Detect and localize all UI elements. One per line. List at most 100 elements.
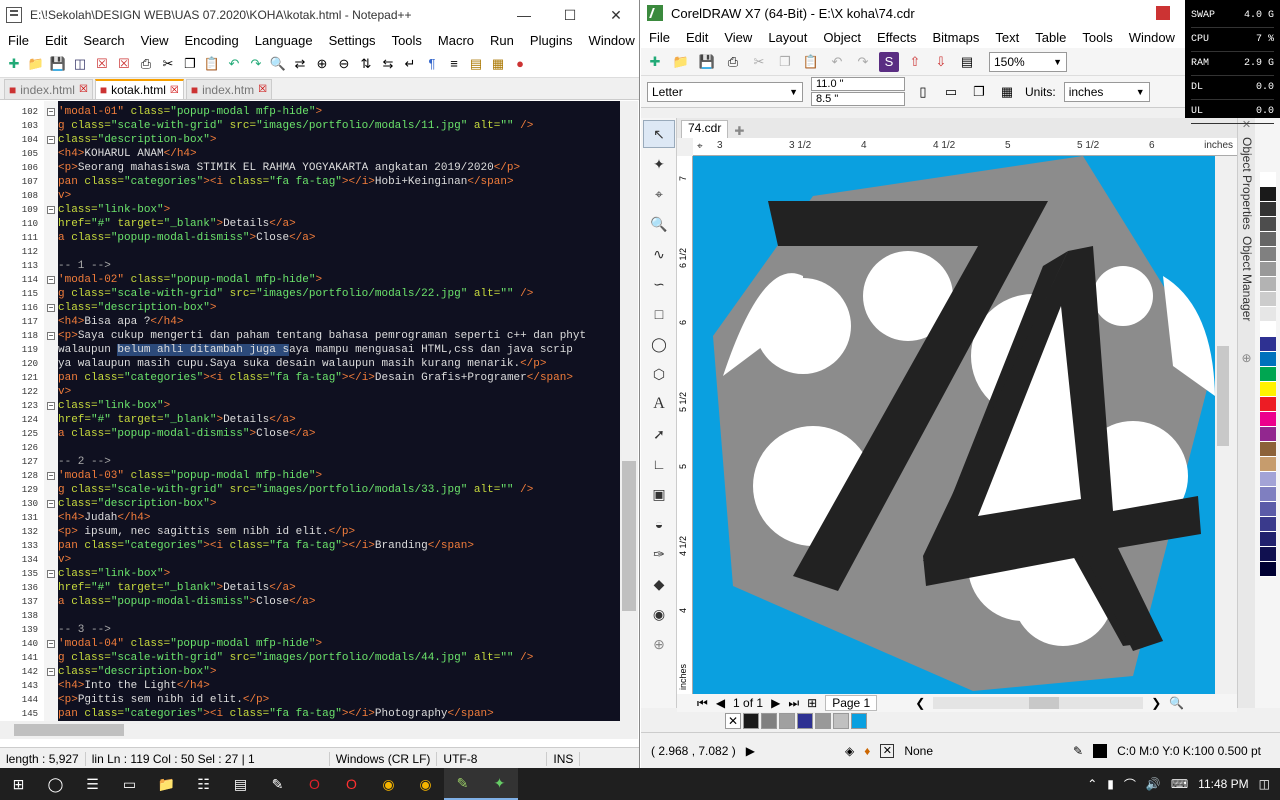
palette-swatch[interactable] [1259,367,1276,382]
document-palette-swatch[interactable] [743,713,759,729]
cdr-menu-table[interactable]: Table [1027,30,1074,45]
code-line[interactable]: href="#" target="_blank">Details</a> [58,581,620,595]
cut-icon[interactable]: ✂ [749,52,769,72]
opera-red-icon[interactable]: O [333,768,370,800]
battery-icon[interactable]: ▮ [1107,777,1114,791]
zoom-level-select[interactable]: 150% ▼ [989,51,1067,72]
page-width-field[interactable]: 11.0 " [811,77,905,91]
drop-shadow-icon[interactable]: ▣ [643,480,675,508]
palette-swatch[interactable] [1259,352,1276,367]
print-icon[interactable]: ⎙ [136,54,156,74]
first-page-icon[interactable]: ⏮ [697,696,708,711]
code-line[interactable]: walaupun belum ahli ditambah juga saya m… [58,343,620,357]
import-icon[interactable]: ⇧ [905,52,925,72]
zoom-in-icon[interactable]: ⊕ [312,54,332,74]
code-line[interactable]: v> [58,385,620,399]
code-line[interactable]: g class="scale-with-grid" src="images/po… [58,287,620,301]
paste-icon[interactable]: 📋 [801,52,821,72]
editor-vertical-scrollbar[interactable] [620,101,638,721]
palette-swatch[interactable] [1259,217,1276,232]
menu-search[interactable]: Search [75,33,132,48]
notepad-icon[interactable]: ✎ [259,768,296,800]
notification-icon[interactable]: ◫ [1259,777,1270,791]
task-view-icon[interactable]: ☰ [74,768,111,800]
code-line[interactable]: <p>Seorang mahasiswa STIMIK EL RAHMA YOG… [58,161,620,175]
landscape-icon[interactable]: ▭ [941,82,961,102]
canvas-vscroll-thumb[interactable] [1217,346,1229,446]
code-line[interactable]: 'modal-01" class="popup-modal mfp-hide"> [58,105,620,119]
cdr-menu-file[interactable]: File [641,30,678,45]
search-content-icon[interactable]: S [879,51,899,72]
cdr-menu-edit[interactable]: Edit [678,30,716,45]
artwork-74[interactable] [693,156,1215,694]
fold-toggle-icon[interactable]: − [47,500,55,508]
palette-swatch[interactable] [1259,292,1276,307]
redo-icon[interactable]: ↷ [246,54,266,74]
prev-page-icon[interactable]: ◀ [716,696,725,710]
code-line[interactable] [58,245,620,259]
tab-kotak-html[interactable]: ■ kotak.html ☒ [94,79,184,99]
object-manager-tab[interactable]: Object Manager [1240,236,1254,321]
horizontal-ruler[interactable]: ⌖ 3 3 1/2 4 4 1/2 5 5 1/2 6 inches [693,138,1237,156]
menu-view[interactable]: View [133,33,177,48]
code-line[interactable]: <p>Pgittis sem nibh id elit.</p> [58,693,620,707]
portrait-icon[interactable]: ▯ [913,82,933,102]
palette-swatch[interactable] [1259,412,1276,427]
palette-swatch[interactable] [1259,472,1276,487]
document-palette-swatch[interactable] [851,713,867,729]
code-line[interactable]: class="description-box"> [58,133,620,147]
smart-fill-icon[interactable]: ◉ [643,600,675,628]
file-explorer-icon[interactable]: 📁 [148,768,185,800]
save-all-icon[interactable]: ◫ [70,54,90,74]
units-select[interactable]: inches ▼ [1063,81,1150,102]
palette-swatch[interactable] [1259,202,1276,217]
cut-icon[interactable]: ✂ [158,54,178,74]
maximize-button[interactable]: ☐ [547,0,593,30]
show-all-chars-icon[interactable]: ¶ [422,54,442,74]
palette-swatch[interactable] [1259,322,1276,337]
wifi-icon[interactable]: ⌒ [1124,776,1136,793]
new-doc-icon[interactable]: ✚ [645,52,665,72]
palette-swatch[interactable] [1259,442,1276,457]
parallel-dimension-icon[interactable]: ➚ [643,420,675,448]
close-tab-icon[interactable]: ☒ [170,85,179,96]
palette-swatch[interactable] [1259,547,1276,562]
palette-swatch[interactable] [1259,517,1276,532]
close-button[interactable]: ✕ [593,0,639,30]
code-line[interactable]: <h4>Into the Light</h4> [58,679,620,693]
cdr-menu-effects[interactable]: Effects [869,30,925,45]
hscroll-thumb[interactable] [14,724,124,736]
transparency-icon[interactable]: ◒ [643,510,675,538]
open-file-icon[interactable]: 📁 [26,54,46,74]
code-line[interactable]: <h4>KOHARUL ANAM</h4> [58,147,620,161]
fold-toggle-icon[interactable]: − [47,472,55,480]
ruler-corner-icon[interactable]: ⌖ [697,141,703,152]
vertical-ruler[interactable]: 7 6 1/2 6 5 1/2 5 4 1/2 4 inches [677,156,693,694]
document-palette-swatch[interactable] [779,713,795,729]
find-icon[interactable]: 🔍 [268,54,288,74]
sync-v-icon[interactable]: ⇅ [356,54,376,74]
polygon-tool-icon[interactable]: ⬡ [643,360,675,388]
text-tool-icon[interactable]: A [643,390,675,418]
code-line[interactable]: v> [58,189,620,203]
fold-toggle-icon[interactable]: − [47,108,55,116]
menu-run[interactable]: Run [482,33,522,48]
opera-icon[interactable]: O [296,768,333,800]
code-line[interactable]: v> [58,553,620,567]
palette-swatch[interactable] [1259,382,1276,397]
media-icon[interactable]: ▤ [222,768,259,800]
canvas-horizontal-scrollbar[interactable] [933,697,1144,709]
all-pages-icon[interactable]: ❐ [969,82,989,102]
page-tab[interactable]: Page 1 [825,695,878,711]
undo-icon[interactable]: ↶ [224,54,244,74]
shape-tool-icon[interactable]: ✦ [643,150,675,178]
code-line[interactable]: a class="popup-modal-dismiss">Close</a> [58,595,620,609]
canvas-vertical-scrollbar[interactable] [1215,156,1231,694]
palette-swatch[interactable] [1259,562,1276,577]
tab-index-htm[interactable]: ■ index.htm ☒ [185,79,273,99]
code-line[interactable]: -- 3 --> [58,623,620,637]
code-line[interactable]: class="description-box"> [58,301,620,315]
export-icon[interactable]: ⇩ [931,52,951,72]
code-editor[interactable]: 102 103 104 105 106 107 108 109 110 111 112 113 114 1… [0,101,620,721]
code-line[interactable]: href="#" target="_blank">Details</a> [58,217,620,231]
